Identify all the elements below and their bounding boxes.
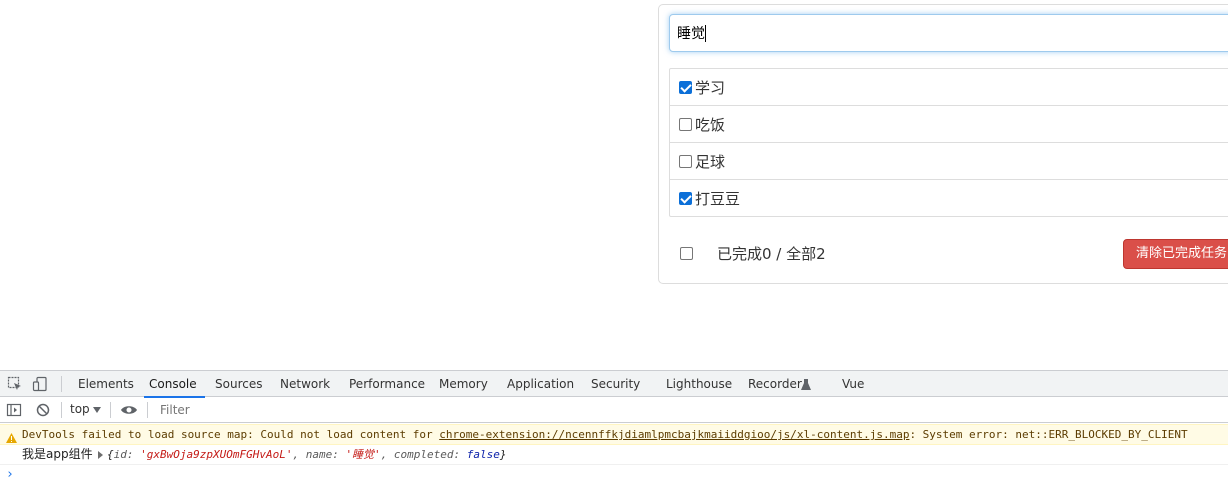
tab-elements[interactable]: Elements (78, 371, 134, 397)
context-selector[interactable]: top (70, 402, 90, 416)
clear-completed-button[interactable]: 清除已完成任务 (1123, 239, 1228, 269)
text-caret (705, 25, 706, 42)
todo-item[interactable]: 学习 (670, 69, 1228, 106)
tab-network[interactable]: Network (280, 371, 330, 397)
todo-input[interactable] (669, 14, 1228, 52)
app-root: 学习 吃饭 足球 打豆豆 (0, 0, 1228, 503)
todo-item-label[interactable]: 打豆豆 (679, 180, 740, 217)
toolbar-divider (147, 402, 148, 418)
tab-application[interactable]: Application (507, 371, 574, 397)
toolbar-divider (61, 402, 62, 418)
eye-icon[interactable] (120, 402, 137, 418)
console-toolbar: top (0, 398, 1228, 423)
warning-suffix: : System error: net::ERR_BLOCKED_BY_CLIE… (909, 428, 1188, 441)
todo-footer: 已完成0 / 全部2 清除已完成任务 (669, 237, 1228, 269)
log-object[interactable]: {id: 'gxBwOja9zpXUOmFGHvAoL', name: '睡觉'… (107, 445, 507, 464)
todo-item-text: 足球 (695, 153, 726, 171)
brace-close: } (499, 448, 507, 461)
todo-checkbox[interactable] (679, 155, 692, 168)
todo-item-text: 学习 (695, 79, 726, 97)
toolbar-divider (61, 376, 62, 392)
devtools-tabbar: Elements Console Sources Network Perform… (0, 370, 1228, 398)
tab-recorder[interactable]: Recorder (748, 371, 802, 397)
inspect-element-icon[interactable] (7, 376, 23, 392)
todo-item-text: 吃饭 (695, 116, 726, 134)
todo-item-label[interactable]: 吃饭 (679, 106, 725, 143)
console-log-entry: 我是app组件 {id: 'gxBwOja9zpXUOmFGHvAoL', na… (0, 445, 1228, 465)
clear-console-icon[interactable] (35, 402, 51, 418)
completion-status: 已完成0 / 全部2 (717, 245, 826, 263)
tab-lighthouse[interactable]: Lighthouse (666, 371, 732, 397)
todo-item[interactable]: 打豆豆 (670, 180, 1228, 217)
todo-item[interactable]: 足球 (670, 143, 1228, 180)
console-prompt[interactable]: › (0, 465, 1228, 485)
value-id: 'gxBwOja9zpXUOmFGHvAoL' (140, 448, 293, 461)
sidebar-toggle-icon[interactable] (6, 402, 22, 418)
console-warning: DevTools failed to load source map: Coul… (0, 424, 1228, 445)
key-id: id: (113, 448, 141, 461)
device-toolbar-icon[interactable] (32, 376, 48, 392)
flask-icon (800, 377, 816, 393)
tab-performance[interactable]: Performance (349, 371, 425, 397)
expand-object-icon[interactable] (98, 451, 103, 459)
select-all-checkbox[interactable] (680, 247, 693, 260)
todo-panel: 学习 吃饭 足球 打豆豆 (658, 4, 1228, 284)
brace-open: { (107, 448, 114, 461)
devtools-panel: Elements Console Sources Network Perform… (0, 370, 1228, 503)
key-name: , name: (292, 448, 346, 461)
tab-vue[interactable]: Vue (842, 371, 864, 397)
log-label: 我是app组件 (22, 447, 93, 461)
prompt-chevron-icon: › (6, 467, 14, 482)
todo-checkbox[interactable] (679, 81, 692, 94)
todo-item-label[interactable]: 学习 (679, 69, 725, 106)
console-filter-input[interactable] (154, 400, 754, 420)
toolbar-divider (110, 402, 111, 418)
console-messages: DevTools failed to load source map: Coul… (0, 424, 1228, 485)
tab-sources[interactable]: Sources (215, 371, 262, 397)
chevron-down-icon (93, 407, 101, 413)
todo-list: 学习 吃饭 足球 打豆豆 (669, 68, 1228, 217)
warning-icon (6, 430, 17, 444)
todo-item-text: 打豆豆 (695, 190, 741, 208)
todo-item-label[interactable]: 足球 (679, 143, 725, 180)
value-completed: false (466, 448, 500, 461)
todo-checkbox[interactable] (679, 118, 692, 131)
todo-checkbox[interactable] (679, 192, 692, 205)
tab-memory[interactable]: Memory (439, 371, 488, 397)
warning-prefix: DevTools failed to load source map: Coul… (22, 428, 440, 441)
source-map-link[interactable]: chrome-extension://ncennffkjdiamlpmcbajk… (439, 428, 909, 441)
warning-message: DevTools failed to load source map: Coul… (22, 425, 1188, 444)
tab-security[interactable]: Security (591, 371, 640, 397)
tab-console[interactable]: Console (144, 371, 205, 398)
todo-item[interactable]: 吃饭 (670, 106, 1228, 143)
value-name: '睡觉' (345, 448, 381, 461)
key-completed: , completed: (380, 448, 467, 461)
